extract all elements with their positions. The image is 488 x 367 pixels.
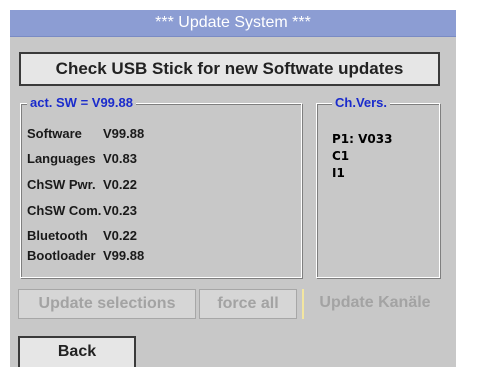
force-all-button[interactable]: force all: [199, 289, 297, 319]
software-version-group: act. SW = V99.88 Software V99.88 Language…: [20, 95, 302, 278]
sw-row-version: V0.22: [103, 177, 137, 192]
sw-row-version: V99.88: [103, 248, 145, 263]
window-title: *** Update System ***: [10, 10, 456, 37]
sw-row-bootloader: Bootloader V99.88: [27, 248, 144, 263]
back-button[interactable]: Back: [18, 336, 136, 367]
sw-row-software: Software V99.88: [27, 126, 144, 141]
sw-row-label: Software: [27, 126, 82, 141]
channel-line-c1: C1: [332, 149, 350, 163]
sw-row-label: Bootloader: [27, 248, 96, 263]
sw-row-label: Bluetooth: [27, 228, 88, 243]
check-usb-button[interactable]: Check USB Stick for new Softwate updates: [19, 52, 440, 86]
channel-line-i1: I1: [332, 166, 345, 180]
sw-row-version: V0.23: [103, 203, 137, 218]
sw-row-version: V0.83: [103, 151, 137, 166]
sw-row-label: ChSW Com.: [27, 203, 102, 218]
sw-row-label: ChSW Pwr.: [27, 177, 96, 192]
sw-row-version: V99.88: [103, 126, 145, 141]
channel-group-legend: Ch.Vers.: [332, 95, 391, 110]
sw-row-languages: Languages V0.83: [27, 151, 137, 166]
sw-row-label: Languages: [27, 151, 96, 166]
sw-row-version: V0.22: [103, 228, 137, 243]
update-selections-button[interactable]: Update selections: [18, 289, 196, 319]
sw-row-chsw-pwr: ChSW Pwr. V0.22: [27, 177, 137, 192]
update-system-screen: *** Update System *** Check USB Stick fo…: [0, 0, 488, 367]
update-channels-button[interactable]: Update Kanäle: [302, 289, 446, 319]
software-group-legend: act. SW = V99.88: [27, 95, 136, 110]
sw-row-chsw-com: ChSW Com. V0.23: [27, 203, 137, 218]
channel-version-group: Ch.Vers. P1: V033 C1 I1: [316, 95, 440, 278]
sw-row-bluetooth: Bluetooth V0.22: [27, 228, 137, 243]
channel-line-p1: P1: V033: [332, 132, 393, 146]
